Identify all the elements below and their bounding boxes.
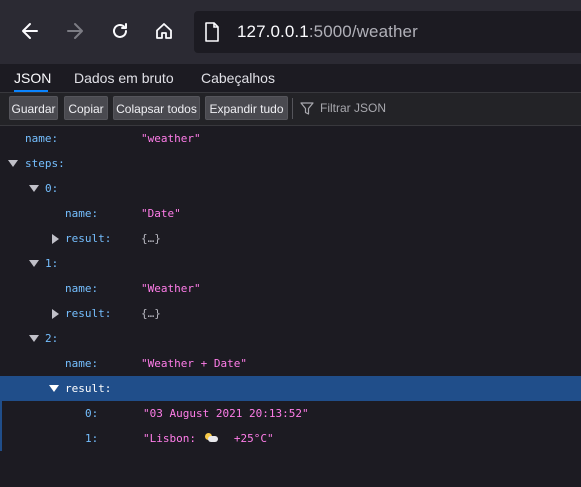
key-step-index: 1: [45,257,59,270]
expand-twisty-icon[interactable] [29,185,39,192]
value-weather-text-start: "Lisbon: [143,432,203,445]
sun-behind-cloud-icon [204,433,219,443]
value-name: "Weather" [141,282,201,295]
filter-json-input[interactable] [316,97,524,119]
tree-row-step-0-result[interactable]: result: {…} [0,226,581,251]
expand-twisty-icon[interactable] [29,260,39,267]
browser-toolbar: 127.0.0.1:5000/weather [0,0,581,64]
value-weather-string: "Lisbon: +25°C" [143,426,274,451]
key-name: name: [65,282,99,295]
save-button[interactable]: Guardar [9,96,58,120]
toolbar-divider [292,98,293,119]
expand-twisty-icon[interactable] [49,385,59,392]
filter-icon [300,102,314,115]
back-arrow-icon [22,23,38,39]
back-button[interactable] [12,12,48,50]
key-step-index: 0: [45,182,59,195]
key-item-index: 1: [85,432,99,445]
key-item-index: 0: [85,407,99,420]
json-tree: name: "weather" steps: 0: name: "Date" r… [0,126,581,487]
reload-icon [113,23,127,38]
json-toolbar: Guardar Copiar Colapsar todos Expandir t… [0,93,581,126]
value-collapsed-object: {…} [141,232,161,245]
viewer-tabs: JSON Dados em bruto Cabeçalhos [0,64,581,93]
tree-row-step-1-name[interactable]: name: "Weather" [0,276,581,301]
url-text[interactable]: 127.0.0.1:5000/weather [237,21,418,43]
key-result: result: [65,382,112,395]
tree-row-step-1[interactable]: 1: [0,251,581,276]
tab-headers[interactable]: Cabeçalhos [201,64,275,92]
tree-row-step-2-result-selected[interactable]: result: [0,376,581,401]
tree-row-steps[interactable]: steps: [0,151,581,176]
tab-raw-data[interactable]: Dados em bruto [74,64,174,92]
expand-twisty-icon[interactable] [8,160,18,167]
tree-row-step-0-name[interactable]: name: "Date" [0,201,581,226]
tab-json[interactable]: JSON [14,64,51,92]
key-result: result: [65,307,112,320]
key-result: result: [65,232,112,245]
key-name: name: [65,357,99,370]
home-button[interactable] [146,12,182,50]
value-name: "weather" [141,132,201,145]
tree-row-step-0[interactable]: 0: [0,176,581,201]
collapse-all-button[interactable]: Colapsar todos [113,96,200,120]
expand-all-button[interactable]: Expandir tudo [205,96,288,120]
key-steps: steps: [25,157,65,170]
key-step-index: 2: [45,332,59,345]
tree-row-step-1-result[interactable]: result: {…} [0,301,581,326]
tree-row-step-2-name[interactable]: name: "Weather + Date" [0,351,581,376]
key-name: name: [25,132,59,145]
copy-button[interactable]: Copiar [64,96,108,120]
tree-row-step-2[interactable]: 2: [0,326,581,351]
value-name: "Weather + Date" [141,357,247,370]
forward-button[interactable] [57,12,93,50]
page-icon [205,22,219,42]
reload-button[interactable] [102,12,138,50]
collapse-twisty-icon[interactable] [52,309,59,319]
url-bar[interactable]: 127.0.0.1:5000/weather [194,11,581,53]
key-name: name: [65,207,99,220]
forward-arrow-icon [67,23,83,39]
home-icon [156,23,172,39]
value-collapsed-object: {…} [141,307,161,320]
value-date-string: "03 August 2021 20:13:52" [143,407,309,420]
expand-twisty-icon[interactable] [29,335,39,342]
tree-row-result-item-1[interactable]: 1: "Lisbon: +25°C" [0,426,581,451]
value-name: "Date" [141,207,181,220]
value-weather-text-end: +25°C" [220,432,274,445]
url-host: 127.0.0.1 [237,22,309,41]
tree-row-result-item-0[interactable]: 0: "03 August 2021 20:13:52" [0,401,581,426]
collapse-twisty-icon[interactable] [52,234,59,244]
url-path: :5000/weather [308,22,418,41]
tree-row-name[interactable]: name: "weather" [0,126,581,151]
